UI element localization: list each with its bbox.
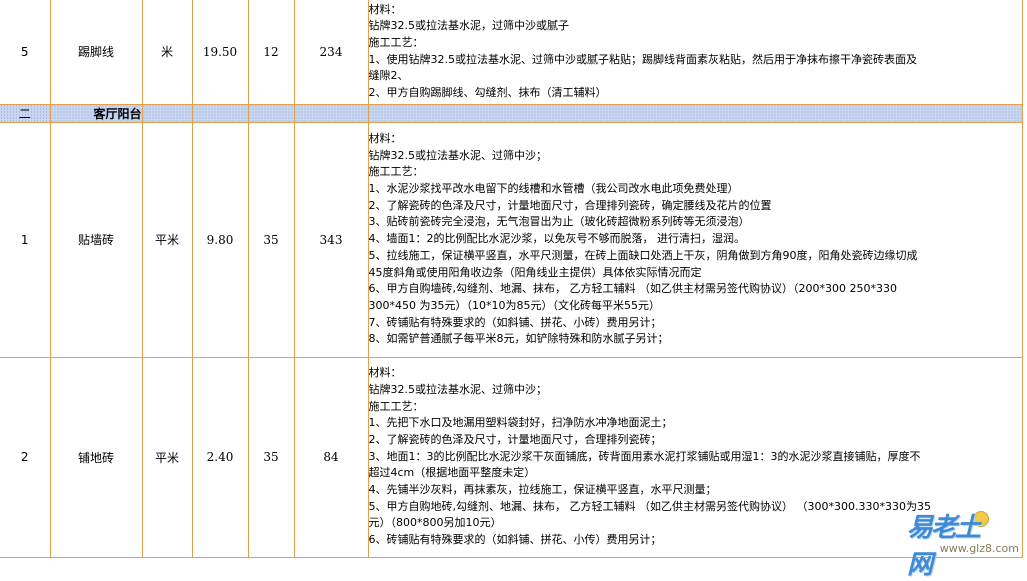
- section-number[interactable]: 二: [0, 104, 50, 122]
- item-unit[interactable]: 米: [142, 0, 192, 104]
- description-line: 施工工艺：: [369, 399, 1022, 416]
- description-line: 1、使用钻牌32.5或拉法基水泥、过筛中沙或腻子粘贴；踢脚线背面素灰粘贴，然后用…: [369, 52, 1022, 69]
- section-title[interactable]: 客厅阳台: [50, 104, 142, 122]
- description-line: 8、如需铲普通腻子每平米8元，如铲除特殊和防水腻子另计；: [369, 331, 1022, 348]
- description-line: 1、水泥沙浆找平改水电留下的线槽和水管槽（我公司改水电此项免费处理）: [369, 181, 1022, 198]
- quote-sheet: 5 踢脚线 米 19.50 12 234 材料： 钻牌32.5或拉法基水泥，过筛…: [0, 0, 1023, 558]
- item-description[interactable]: 材料： 钻牌32.5或拉法基水泥，过筛中沙或腻子 施工工艺： 1、使用钻牌32.…: [368, 0, 1022, 104]
- item-name[interactable]: 踢脚线: [50, 0, 142, 104]
- section-cell[interactable]: [192, 104, 248, 122]
- item-description[interactable]: 材料： 钻牌32.5或拉法基水泥、过筛中沙； 施工工艺： 1、水泥沙浆找平改水电…: [368, 122, 1022, 357]
- item-unit[interactable]: 平米: [142, 357, 192, 557]
- watermark-url: www.glz8.com: [940, 542, 1019, 555]
- description-line: 钻牌32.5或拉法基水泥、过筛中沙；: [369, 382, 1022, 399]
- description-line: 施工工艺：: [369, 35, 1022, 52]
- description-line: 缝隙2、: [369, 68, 1022, 85]
- item-number[interactable]: 2: [0, 357, 50, 557]
- description-line: 7、砖铺贴有特殊要求的（如斜铺、拼花、小砖）费用另计；: [369, 315, 1022, 332]
- item-number[interactable]: 5: [0, 0, 50, 104]
- item-total[interactable]: 234: [294, 0, 368, 104]
- item-name[interactable]: 铺地砖: [50, 357, 142, 557]
- item-name[interactable]: 贴墙砖: [50, 122, 142, 357]
- description-line: 材料：: [369, 2, 1022, 19]
- section-cell[interactable]: [142, 104, 192, 122]
- item-quantity[interactable]: 35: [248, 357, 294, 557]
- description-line: 1、先把下水口及地漏用塑料袋封好，扫净防水冲净地面泥土；: [369, 415, 1022, 432]
- description-line: 45度斜角或使用阳角收边条（阳角线业主提供）具体依实际情况而定: [369, 265, 1022, 282]
- description-line: 5、拉线施工，保证横平竖直，水平尺测量，在砖上面缺口处洒上干灰，阴角做到方角90…: [369, 248, 1022, 265]
- table-row: 5 踢脚线 米 19.50 12 234 材料： 钻牌32.5或拉法基水泥，过筛…: [0, 0, 1022, 104]
- item-quantity[interactable]: 12: [248, 0, 294, 104]
- item-price[interactable]: 9.80: [192, 122, 248, 357]
- description-line: 钻牌32.5或拉法基水泥，过筛中沙或腻子: [369, 18, 1022, 35]
- description-line: 钻牌32.5或拉法基水泥、过筛中沙；: [369, 148, 1022, 165]
- item-quantity[interactable]: 35: [248, 122, 294, 357]
- description-line: 3、贴砖前瓷砖完全浸泡，无气泡冒出为止（玻化砖超微粉系列砖等无须浸泡）: [369, 214, 1022, 231]
- section-header-row: 二 客厅阳台: [0, 104, 1022, 122]
- section-cell[interactable]: [368, 104, 1022, 122]
- description-line: 6、甲方自购墙砖,勾缝剂、地漏、抹布， 乙方轻工辅料 （如乙供主材需另签代购协议…: [369, 281, 1022, 298]
- description-line: 2、甲方自购踢脚线、勾缝剂、抹布（清工辅料）: [369, 85, 1022, 102]
- item-unit[interactable]: 平米: [142, 122, 192, 357]
- description-line: 材料：: [369, 131, 1022, 148]
- description-line: 4、墙面1：2的比例配比水泥沙浆，以免灰号不够而脱落， 进行清扫，湿润。: [369, 231, 1022, 248]
- item-total[interactable]: 84: [294, 357, 368, 557]
- table-row: 1 贴墙砖 平米 9.80 35 343 材料： 钻牌32.5或拉法基水泥、过筛…: [0, 122, 1022, 357]
- description-line: 4、先铺半沙灰料，再抹素灰，拉线施工，保证横平竖直，水平尺测量；: [369, 482, 1022, 499]
- description-line: 3、地面1：3的比例配比水泥沙浆干灰面铺底，砖背面用素水泥打浆铺贴或用湿1：3的…: [369, 449, 1022, 466]
- description-line: 施工工艺：: [369, 164, 1022, 181]
- section-cell[interactable]: [294, 104, 368, 122]
- item-number[interactable]: 1: [0, 122, 50, 357]
- description-line: 超过4cm（根据地面平整度未定）: [369, 465, 1022, 482]
- description-line: 2、了解瓷砖的色泽及尺寸，计量地面尺寸，合理排列瓷砖；: [369, 432, 1022, 449]
- item-price[interactable]: 19.50: [192, 0, 248, 104]
- description-line: 2、了解瓷砖的色泽及尺寸，计量地面尺寸，合理排列瓷砖，确定腰线及花片的位置: [369, 198, 1022, 215]
- description-line: 材料：: [369, 365, 1022, 382]
- site-watermark: 易老土网 www.glz8.com: [907, 507, 1019, 555]
- section-cell[interactable]: [248, 104, 294, 122]
- item-total[interactable]: 343: [294, 122, 368, 357]
- table-row: 2 铺地砖 平米 2.40 35 84 材料： 钻牌32.5或拉法基水泥、过筛中…: [0, 357, 1022, 557]
- description-line: 300*450 为35元）（10*10为85元）（文化砖每平米55元）: [369, 298, 1022, 315]
- item-price[interactable]: 2.40: [192, 357, 248, 557]
